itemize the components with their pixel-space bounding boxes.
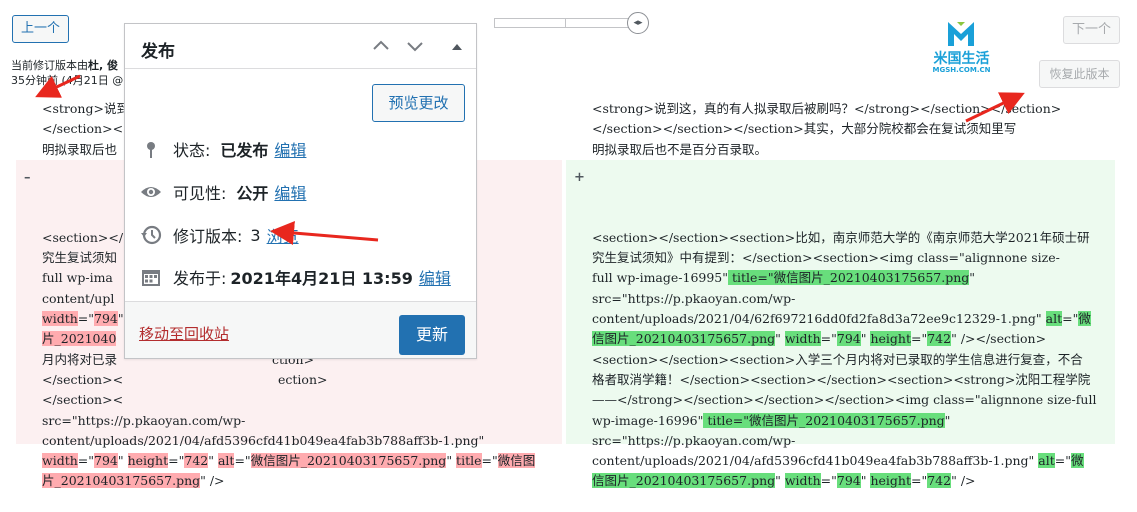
context-line: </section></section></section>其实，大部分院校都会…	[592, 121, 1017, 137]
added-line: wp-image-16996" title="微信图片_202104031756…	[592, 412, 951, 428]
logo-name: 米国生活	[933, 51, 990, 67]
revisions-label: 修订版本:	[173, 227, 243, 246]
added-line: <section></section><section>比如，南京师范大学的《南…	[592, 229, 1090, 245]
revisions-count: 3	[250, 225, 261, 245]
previous-revision-button[interactable]: 上一个	[12, 15, 69, 43]
added-marker: +	[574, 170, 585, 185]
logo-mark-icon	[948, 22, 974, 46]
status-row: 状态: 已发布 编辑	[139, 137, 306, 161]
next-revision-button[interactable]: 下一个	[1063, 16, 1120, 44]
added-line: 究生复试须知》中有提到：</section><section><img clas…	[592, 250, 1060, 266]
preview-changes-button[interactable]: 预览更改	[372, 84, 465, 122]
deleted-line: content/uploads/2021/04/afd5396cfd41b049…	[42, 432, 485, 448]
status-value: 已发布	[220, 141, 269, 160]
move-down-icon[interactable]	[405, 36, 425, 60]
published-edit-link[interactable]: 编辑	[419, 265, 451, 289]
calendar-icon	[139, 265, 163, 289]
visibility-row: 可见性: 公开 编辑	[139, 180, 306, 204]
revision-author: 杜, 俊	[88, 59, 119, 72]
mgsh-logo: 米国生活 MGSH.COM.CN	[924, 18, 999, 78]
added-line: content/uploads/2021/04/62f697216dd0fd2f…	[592, 311, 1091, 327]
deleted-line: </section><	[42, 392, 124, 408]
published-value: 2021年4月21日 13:59	[230, 269, 413, 288]
diff-context-right: <strong>说到这，真的有人拟录取后被刷吗？</strong></secti…	[566, 92, 1115, 157]
visibility-label: 可见性:	[173, 184, 227, 203]
deleted-line: src="https://p.pkaoyan.com/wp-	[42, 412, 246, 428]
added-line: 格者取消学籍！</section><section></section><sec…	[592, 371, 1091, 387]
added-line: src="https://p.pkaoyan.com/wp-	[592, 290, 796, 306]
added-line: ——</strong></section></section></section…	[592, 392, 1097, 408]
slider-handle[interactable]: ◂▸	[627, 12, 649, 34]
published-label: 发布于:	[173, 269, 227, 288]
added-line: src="https://p.pkaoyan.com/wp-	[592, 432, 796, 448]
revision-time: 35分钟前 (4月21日 @	[11, 74, 124, 87]
restore-revision-button[interactable]: 恢复此版本	[1039, 60, 1120, 88]
publish-panel-title: 发布	[141, 42, 175, 62]
publish-panel-header: 发布	[125, 24, 476, 69]
revision-meta-prefix: 当前修订版本由	[11, 59, 88, 72]
deleted-line: 片_20210403175657.png" />	[42, 473, 225, 489]
added-line: content/uploads/2021/04/afd5396cfd41b049…	[592, 453, 1084, 469]
publish-panel-footer: 移动至回收站 更新	[125, 301, 476, 358]
status-label: 状态:	[173, 141, 211, 160]
eye-icon	[139, 180, 163, 204]
revisions-row: 修订版本: 3 浏览	[139, 223, 299, 247]
move-to-trash-link[interactable]: 移动至回收站	[139, 323, 229, 344]
diff-added-block: + <section></section><section>比如，南京师范大学的…	[566, 160, 1115, 489]
added-line: 信图片_20210403175657.png" width="794" heig…	[592, 473, 976, 489]
added-line: 信图片_20210403175657.png" width="794" heig…	[592, 331, 1047, 347]
deleted-line: width="794" height="742" alt="微信图片_20210…	[42, 453, 536, 469]
added-line: full wp-image-16995" title="微信图片_2021040…	[592, 270, 976, 286]
status-edit-link[interactable]: 编辑	[274, 137, 306, 161]
deleted-marker: –	[24, 170, 31, 185]
revision-slider[interactable]	[494, 18, 640, 28]
logo-domain: MGSH.COM.CN	[932, 66, 991, 74]
context-line: <strong>说到这，真的有人拟录取后被刷吗？</strong></secti…	[592, 101, 1062, 116]
pin-icon	[139, 137, 163, 161]
context-line: 明拟录取后也不是百分百录取。	[592, 141, 768, 157]
revision-meta: 当前修订版本由杜, 俊 35分钟前 (4月21日 @	[11, 58, 123, 88]
visibility-edit-link[interactable]: 编辑	[274, 180, 306, 204]
collapse-toggle-icon[interactable]	[447, 36, 467, 60]
deleted-line: </section>< ection>	[42, 371, 328, 387]
move-up-icon[interactable]	[371, 36, 391, 60]
history-icon	[139, 223, 163, 247]
browse-revisions-link[interactable]: 浏览	[267, 223, 299, 247]
added-line: <section></section><section>入学三个月内将对已录取的…	[592, 351, 1083, 367]
published-row: 发布于: 2021年4月21日 13:59 编辑	[139, 265, 451, 289]
publish-panel: 发布 预览更改 状态: 已发布 编辑 可见性: 公开 编辑 修订版本: 3 浏览…	[124, 23, 477, 359]
update-button[interactable]: 更新	[399, 315, 465, 355]
visibility-value: 公开	[236, 184, 269, 203]
